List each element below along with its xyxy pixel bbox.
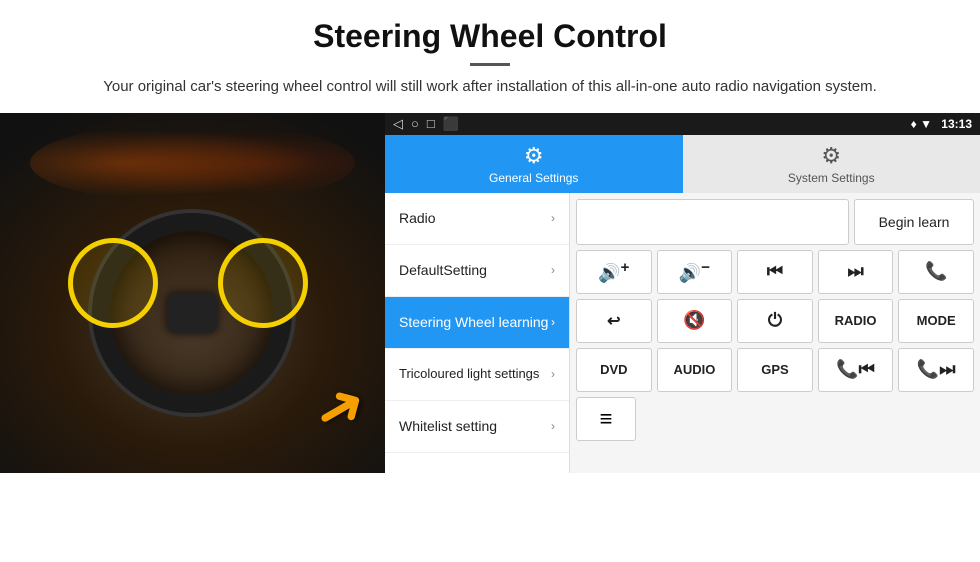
next-track-icon: ⏭ — [847, 261, 863, 282]
control-row-3: DVD AUDIO GPS 📞⏮ 📞⏭ — [576, 348, 974, 392]
mode-label: MODE — [917, 313, 956, 328]
tel-prev-button[interactable]: 📞⏮ — [818, 348, 894, 392]
system-settings-icon: ⚙ — [821, 143, 841, 169]
prev-track-icon: ⏮ — [767, 261, 783, 282]
begin-learn-button[interactable]: Begin learn — [854, 199, 974, 245]
audio-button[interactable]: AUDIO — [657, 348, 733, 392]
tel-next-button[interactable]: 📞⏭ — [898, 348, 974, 392]
prev-track-button[interactable]: ⏮ — [737, 250, 813, 294]
chevron-icon: › — [551, 419, 555, 433]
main-content: ➜ ◁ ○ □ ⬛ ♦ ▼ 13:13 ⚙ General Settings — [0, 113, 980, 473]
chevron-icon: › — [551, 263, 555, 277]
steering-wheel-center — [167, 293, 217, 333]
mute-icon: 🔇 — [683, 310, 705, 331]
page-title: Steering Wheel Control — [40, 18, 940, 55]
car-image-area: ➜ — [0, 113, 385, 473]
mute-button[interactable]: 🔇 — [657, 299, 733, 343]
tab-general-settings[interactable]: ⚙ General Settings — [385, 135, 683, 193]
home-nav-icon[interactable]: ○ — [411, 116, 419, 131]
chevron-icon: › — [551, 367, 555, 381]
tab-system-label: System Settings — [788, 171, 875, 185]
menu-whitelist-label: Whitelist setting — [399, 418, 497, 434]
dvd-button[interactable]: DVD — [576, 348, 652, 392]
back-nav-icon[interactable]: ◁ — [393, 116, 403, 132]
dvd-label: DVD — [600, 362, 627, 377]
controls-panel: Begin learn 🔊+ 🔊− ⏮ ⏭ — [570, 193, 980, 473]
menu-steering-label: Steering Wheel learning — [399, 314, 548, 330]
menu-default-label: DefaultSetting — [399, 262, 487, 278]
phone-answer-button[interactable]: 📞 — [898, 250, 974, 294]
chevron-icon: › — [551, 211, 555, 225]
power-button[interactable]: ⏻ — [737, 299, 813, 343]
page-header: Steering Wheel Control Your original car… — [0, 0, 980, 109]
vol-down-icon: 🔊− — [679, 259, 710, 284]
tab-general-label: General Settings — [489, 171, 578, 185]
menu-item-default[interactable]: DefaultSetting › — [385, 245, 569, 297]
signal-icon: ▼ — [920, 117, 932, 131]
menu-item-whitelist[interactable]: Whitelist setting › — [385, 401, 569, 453]
gps-icon: ♦ — [911, 117, 917, 131]
header-divider — [470, 63, 510, 66]
menu-item-steering[interactable]: Steering Wheel learning › — [385, 297, 569, 349]
top-row: Begin learn — [576, 199, 974, 245]
menu-radio-label: Radio — [399, 210, 436, 226]
status-bar-right: ♦ ▼ 13:13 — [911, 117, 972, 131]
chevron-icon: › — [551, 315, 555, 329]
dashboard-glow — [30, 123, 355, 203]
phone-icon: 📞 — [925, 261, 947, 282]
menu-controls: Radio › DefaultSetting › Steering Wheel … — [385, 193, 980, 473]
menu-list: Radio › DefaultSetting › Steering Wheel … — [385, 193, 570, 473]
control-row-4: ≡ — [576, 397, 974, 441]
vol-up-button[interactable]: 🔊+ — [576, 250, 652, 294]
gps-label: GPS — [761, 362, 788, 377]
hang-up-button[interactable]: ↩ — [576, 299, 652, 343]
menu-tricoloured-label: Tricoloured light settings — [399, 366, 539, 383]
clock: 13:13 — [941, 117, 972, 131]
tel-prev-icon: 📞⏮ — [836, 359, 875, 380]
tab-system-settings[interactable]: ⚙ System Settings — [683, 135, 980, 193]
gps-button[interactable]: GPS — [737, 348, 813, 392]
radio-label: RADIO — [835, 313, 877, 328]
recent-nav-icon[interactable]: □ — [427, 116, 435, 131]
vol-down-button[interactable]: 🔊− — [657, 250, 733, 294]
menu-icon-button[interactable]: ≡ — [576, 397, 636, 441]
menu-item-tricoloured[interactable]: Tricoloured light settings › — [385, 349, 569, 401]
menu-list-icon: ≡ — [600, 406, 613, 432]
tab-bar: ⚙ General Settings ⚙ System Settings — [385, 135, 980, 193]
screenshot-nav-icon[interactable]: ⬛ — [443, 116, 459, 132]
menu-item-radio[interactable]: Radio › — [385, 193, 569, 245]
highlight-circle-left — [68, 238, 158, 328]
tel-next-icon: 📞⏭ — [917, 359, 956, 380]
learning-text-input[interactable] — [576, 199, 849, 245]
control-row-2: ↩ 🔇 ⏻ RADIO MODE — [576, 299, 974, 343]
headunit: ◁ ○ □ ⬛ ♦ ▼ 13:13 ⚙ General Settings ⚙ S… — [385, 113, 980, 473]
radio-button[interactable]: RADIO — [818, 299, 894, 343]
next-track-button[interactable]: ⏭ — [818, 250, 894, 294]
page-subtitle: Your original car's steering wheel contr… — [40, 76, 940, 99]
hang-up-icon: ↩ — [607, 311, 620, 331]
audio-label: AUDIO — [673, 362, 715, 377]
control-row-1: 🔊+ 🔊− ⏮ ⏭ 📞 — [576, 250, 974, 294]
status-bar: ◁ ○ □ ⬛ ♦ ▼ 13:13 — [385, 113, 980, 135]
gear-icon: ⚙ — [524, 143, 544, 169]
vol-up-icon: 🔊+ — [598, 259, 629, 284]
power-icon: ⏻ — [768, 310, 782, 331]
highlight-circle-right — [218, 238, 308, 328]
status-bar-nav: ◁ ○ □ ⬛ — [393, 116, 459, 132]
mode-button[interactable]: MODE — [898, 299, 974, 343]
